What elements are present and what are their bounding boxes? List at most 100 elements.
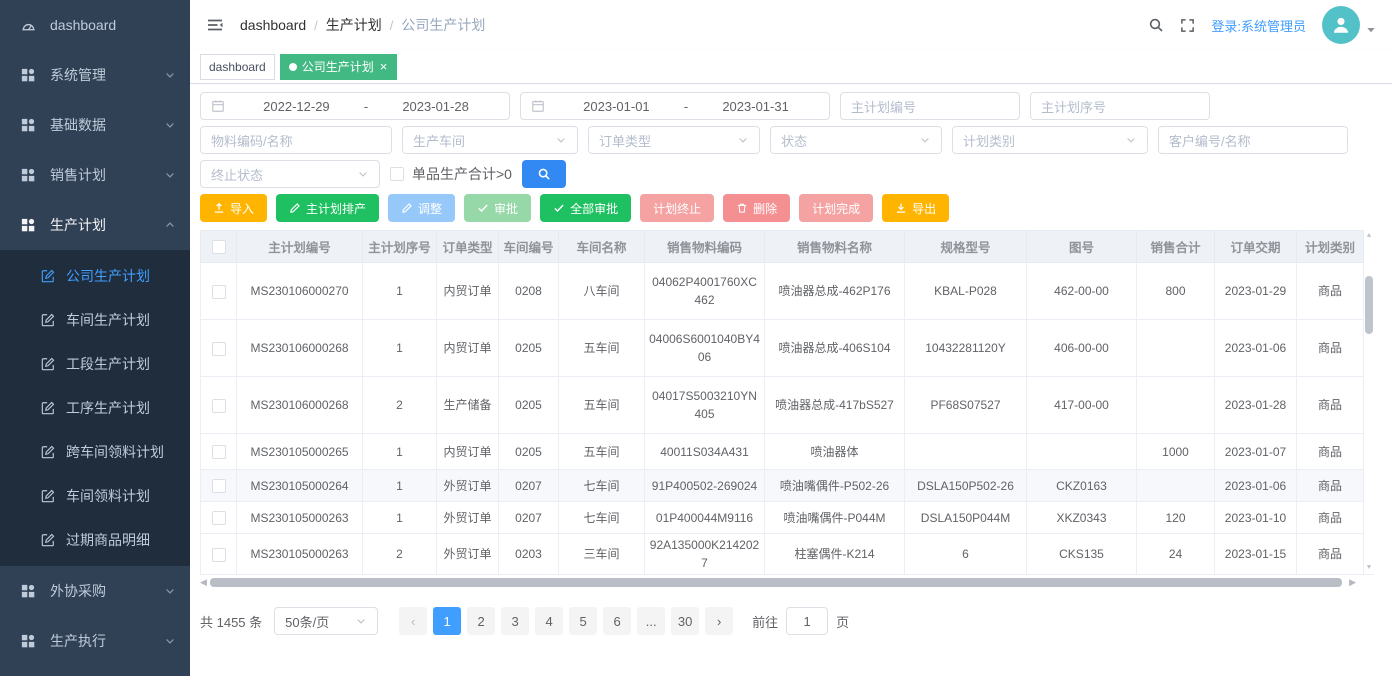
- plan-date-range[interactable]: 2022-12-29 - 2023-01-28: [200, 92, 510, 120]
- column-header: 销售物料名称: [765, 231, 905, 263]
- sidebar-item-base-data[interactable]: 基础数据: [0, 100, 190, 150]
- sidebar-item-system-mgmt[interactable]: 系统管理: [0, 50, 190, 100]
- table-horizontal-scrollbar[interactable]: ◀ ▶: [200, 577, 1364, 589]
- sidebar-item-expired-goods-detail[interactable]: 过期商品明细: [0, 518, 190, 562]
- date-end[interactable]: 2023-01-31: [692, 99, 819, 114]
- hamburger-icon[interactable]: [206, 17, 224, 33]
- column-header: 规格型号: [905, 231, 1027, 263]
- table-row[interactable]: MS2301050002632外贸订单0203三车间92A135000K2142…: [201, 534, 1364, 575]
- column-header: 销售合计: [1137, 231, 1215, 263]
- tag-close-icon[interactable]: ×: [379, 60, 389, 73]
- date-start[interactable]: 2023-01-01: [553, 99, 680, 114]
- table-row[interactable]: MS2301060002681内贸订单0205五车间04006S6001040B…: [201, 320, 1364, 377]
- sidebar-item-outsourcing-purchase[interactable]: 外协采购: [0, 566, 190, 616]
- sidebar-item-process-production-plan[interactable]: 工序生产计划: [0, 386, 190, 430]
- table-cell: XKZ0343: [1027, 502, 1137, 534]
- page-button-30[interactable]: 30: [671, 607, 699, 635]
- sidebar-item-sales-plan[interactable]: 销售计划: [0, 150, 190, 200]
- scroll-down-arrow-icon[interactable]: ▼: [1364, 563, 1374, 573]
- scroll-right-arrow-icon[interactable]: ▶: [1349, 577, 1356, 588]
- order-type-select[interactable]: 订单类型: [588, 126, 760, 154]
- tag-active[interactable]: 公司生产计划 ×: [280, 54, 398, 80]
- plan-terminate-button[interactable]: 计划终止: [640, 194, 714, 222]
- table-row[interactable]: MS2301060002701内贸订单0208八车间04062P4001760X…: [201, 263, 1364, 320]
- customer-code-name-input[interactable]: 客户编号/名称: [1158, 126, 1348, 154]
- goto-page-input[interactable]: 1: [786, 607, 828, 635]
- sidebar-item-cross-workshop-picking-plan[interactable]: 跨车间领料计划: [0, 430, 190, 474]
- tag-item[interactable]: dashboard: [200, 54, 275, 80]
- date-start[interactable]: 2022-12-29: [233, 99, 360, 114]
- scroll-left-arrow-icon[interactable]: ◀: [200, 577, 207, 588]
- row-checkbox[interactable]: [212, 445, 226, 459]
- adjust-button[interactable]: 调整: [388, 194, 455, 222]
- single-product-total-checkbox[interactable]: 单品生产合计>0: [390, 160, 512, 188]
- delivery-date-range[interactable]: 2023-01-01 - 2023-01-31: [520, 92, 830, 120]
- import-button[interactable]: 导入: [200, 194, 267, 222]
- search-button[interactable]: [522, 160, 566, 188]
- table-cell: 0207: [499, 470, 559, 502]
- export-button[interactable]: 导出: [882, 194, 949, 222]
- breadcrumb-item[interactable]: dashboard: [240, 17, 306, 33]
- more-pages-button[interactable]: ...: [637, 607, 665, 635]
- vertical-scroll-thumb[interactable]: [1365, 276, 1373, 334]
- button-label: 主计划排产: [306, 200, 366, 217]
- button-label: 审批: [494, 200, 518, 217]
- date-end[interactable]: 2023-01-28: [372, 99, 499, 114]
- plan-category-select[interactable]: 计划类别: [952, 126, 1148, 154]
- approve-all-button[interactable]: 全部审批: [540, 194, 631, 222]
- sidebar-item-workshop-picking-plan[interactable]: 车间领料计划: [0, 474, 190, 518]
- status-select[interactable]: 状态: [770, 126, 942, 154]
- page-button-5[interactable]: 5: [569, 607, 597, 635]
- user-menu[interactable]: [1322, 6, 1376, 44]
- table-row[interactable]: MS2301060002682生产储备0205五车间04017S5003210Y…: [201, 377, 1364, 434]
- sidebar-item-workshop-production-plan[interactable]: 车间生产计划: [0, 298, 190, 342]
- button-label: 导出: [912, 200, 936, 217]
- sidebar-item-section-production-plan[interactable]: 工段生产计划: [0, 342, 190, 386]
- row-checkbox[interactable]: [212, 342, 226, 356]
- table-vertical-scrollbar[interactable]: ▲ ▼: [1364, 230, 1374, 575]
- table-row[interactable]: MS2301050002631外贸订单0207七车间01P400044M9116…: [201, 502, 1364, 534]
- sidebar-subitem-label: 车间领料计划: [66, 486, 190, 506]
- master-plan-seq-input[interactable]: 主计划序号: [1030, 92, 1210, 120]
- row-checkbox[interactable]: [212, 285, 226, 299]
- sidebar-item-production-exec[interactable]: 生产执行: [0, 616, 190, 666]
- table-cell: MS230105000264: [237, 470, 363, 502]
- page-button-4[interactable]: 4: [535, 607, 563, 635]
- search-icon[interactable]: [1148, 17, 1164, 33]
- next-page-button[interactable]: ›: [705, 607, 733, 635]
- page-size-select[interactable]: 50条/页: [274, 607, 378, 635]
- sidebar-item-dashboard[interactable]: dashboard: [0, 0, 190, 50]
- approve-button[interactable]: 审批: [464, 194, 531, 222]
- table-row[interactable]: MS2301050002641外贸订单0207七车间91P400502-2690…: [201, 470, 1364, 502]
- row-checkbox[interactable]: [212, 399, 226, 413]
- master-plan-schedule-button[interactable]: 主计划排产: [276, 194, 379, 222]
- select-all-checkbox[interactable]: [212, 240, 226, 254]
- page-button-1[interactable]: 1: [433, 607, 461, 635]
- row-select-cell: [201, 470, 237, 502]
- delete-button[interactable]: 删除: [723, 194, 790, 222]
- page-button-3[interactable]: 3: [501, 607, 529, 635]
- app-root: dashboard 系统管理 基础数据 销售计划 生产计划 公司生产计划 车间生…: [0, 0, 1392, 676]
- master-plan-no-input[interactable]: 主计划编号: [840, 92, 1020, 120]
- prev-page-button[interactable]: ‹: [399, 607, 427, 635]
- terminate-status-select[interactable]: 终止状态: [200, 160, 380, 188]
- row-checkbox[interactable]: [212, 479, 226, 493]
- sidebar-item-production-plan[interactable]: 生产计划: [0, 200, 190, 250]
- checkbox-icon[interactable]: [390, 167, 404, 181]
- production-workshop-select[interactable]: 生产车间: [402, 126, 578, 154]
- page-button-6[interactable]: 6: [603, 607, 631, 635]
- page-button-2[interactable]: 2: [467, 607, 495, 635]
- row-select-cell: [201, 377, 237, 434]
- table-cell: 91P400502-269024: [645, 470, 765, 502]
- scroll-up-arrow-icon[interactable]: ▲: [1364, 231, 1374, 241]
- row-checkbox[interactable]: [212, 511, 226, 525]
- sidebar-item-company-production-plan[interactable]: 公司生产计划: [0, 254, 190, 298]
- plan-complete-button[interactable]: 计划完成: [799, 194, 873, 222]
- material-code-name-input[interactable]: 物料编码/名称: [200, 126, 392, 154]
- horizontal-scroll-thumb[interactable]: [210, 578, 1342, 587]
- avatar[interactable]: [1322, 6, 1360, 44]
- breadcrumb-item[interactable]: 生产计划: [326, 15, 382, 35]
- row-checkbox[interactable]: [212, 548, 226, 562]
- table-row[interactable]: MS2301050002651内贸订单0205五车间40011S034A431喷…: [201, 434, 1364, 470]
- fullscreen-icon[interactable]: [1180, 18, 1195, 33]
